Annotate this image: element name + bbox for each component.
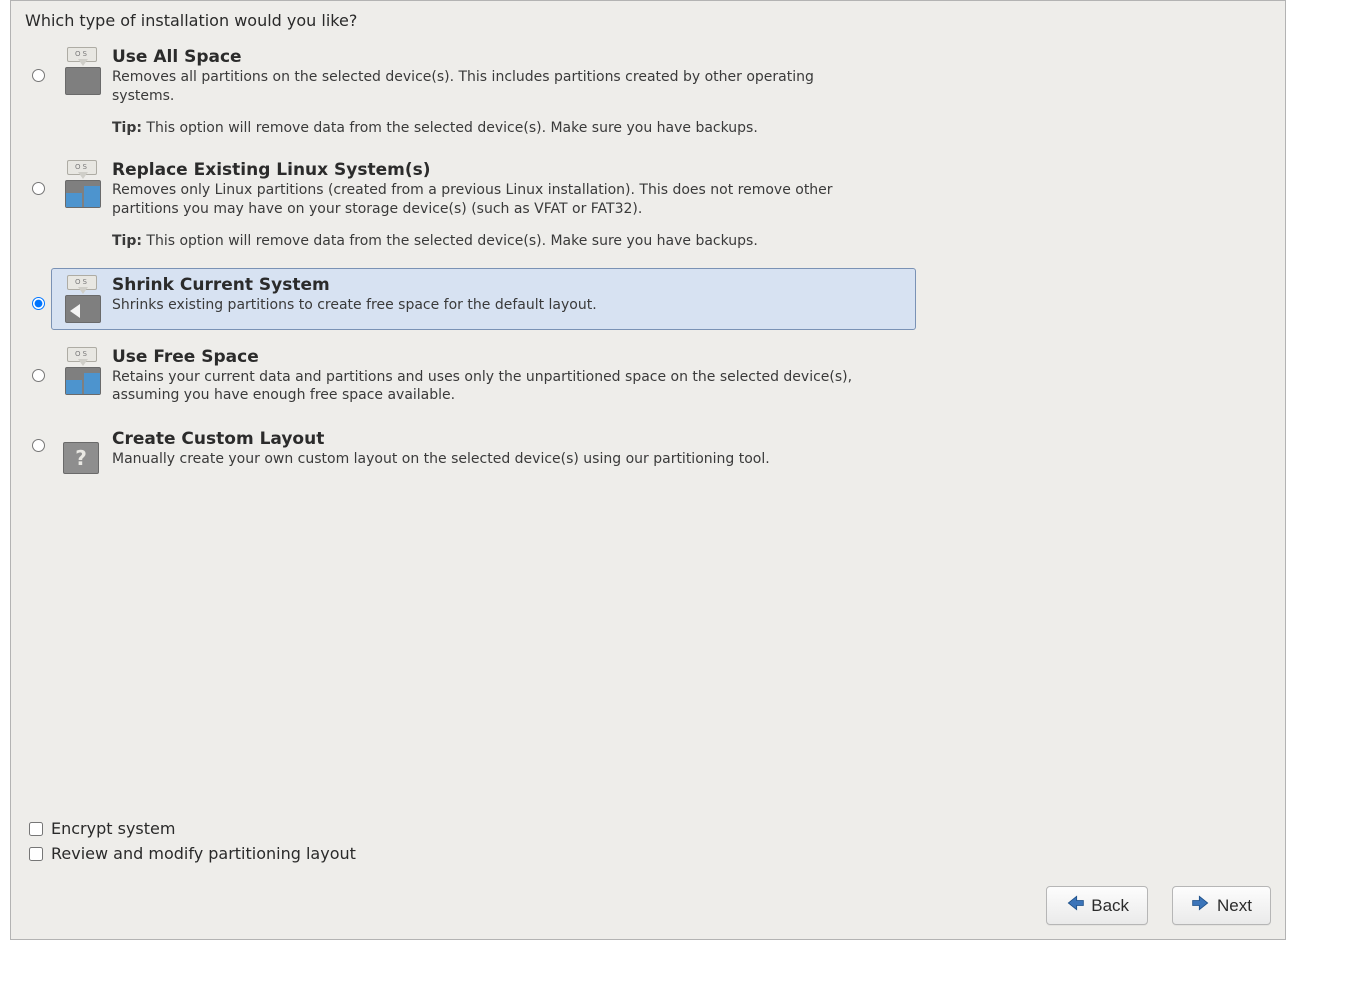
review-partitioning-row[interactable]: Review and modify partitioning layout: [29, 844, 356, 863]
option-tip: Tip: This option will remove data from t…: [112, 233, 875, 249]
encrypt-system-label: Encrypt system: [51, 819, 175, 838]
arrow-right-icon: [1191, 893, 1211, 918]
back-button-label: Back: [1091, 896, 1129, 916]
option-shrink-current-system[interactable]: OS Shrink Current System Shrinks existin…: [51, 268, 916, 330]
option-description: Retains your current data and partitions…: [112, 368, 875, 406]
option-use-all-space[interactable]: OS Use All Space Removes all partitions …: [25, 42, 890, 141]
encrypt-system-checkbox[interactable]: [29, 822, 43, 836]
next-button[interactable]: Next: [1172, 886, 1271, 925]
review-partitioning-label: Review and modify partitioning layout: [51, 844, 356, 863]
arrow-left-icon: [1065, 893, 1085, 918]
disk-freespace-icon: OS: [58, 347, 104, 395]
disk-icon: OS: [58, 47, 104, 95]
option-tip: Tip: This option will remove data from t…: [112, 120, 875, 136]
custom-layout-icon: ?: [58, 429, 104, 477]
radio-replace-existing-linux[interactable]: [32, 182, 45, 195]
option-title: Use All Space: [112, 47, 875, 67]
radio-shrink-current-system[interactable]: [32, 297, 45, 310]
review-partitioning-checkbox[interactable]: [29, 847, 43, 861]
nav-buttons: Back Next: [1046, 886, 1271, 925]
option-replace-existing-linux[interactable]: OS Replace Existing Linux System(s) Remo…: [25, 155, 890, 254]
option-description: Manually create your own custom layout o…: [112, 450, 875, 469]
radio-use-all-space[interactable]: [32, 69, 45, 82]
option-description: Removes all partitions on the selected d…: [112, 68, 875, 106]
page-title: Which type of installation would you lik…: [25, 11, 1271, 30]
option-title: Create Custom Layout: [112, 429, 875, 449]
option-description: Shrinks existing partitions to create fr…: [112, 296, 901, 315]
option-create-custom-layout[interactable]: ? Create Custom Layout Manually create y…: [25, 424, 890, 482]
radio-use-free-space[interactable]: [32, 369, 45, 382]
option-use-free-space[interactable]: OS Use Free Space Retains your current d…: [25, 342, 890, 411]
encrypt-system-row[interactable]: Encrypt system: [29, 819, 356, 838]
option-title: Use Free Space: [112, 347, 875, 367]
back-button[interactable]: Back: [1046, 886, 1148, 925]
radio-create-custom-layout[interactable]: [32, 439, 45, 452]
option-title: Replace Existing Linux System(s): [112, 160, 875, 180]
next-button-label: Next: [1217, 896, 1252, 916]
disk-shrink-icon: OS: [58, 275, 104, 323]
installer-partitioning-screen: Which type of installation would you lik…: [10, 0, 1286, 940]
option-title: Shrink Current System: [112, 275, 901, 295]
bottom-options: Encrypt system Review and modify partiti…: [29, 819, 356, 869]
disk-replace-icon: OS: [58, 160, 104, 208]
option-description: Removes only Linux partitions (created f…: [112, 181, 875, 219]
